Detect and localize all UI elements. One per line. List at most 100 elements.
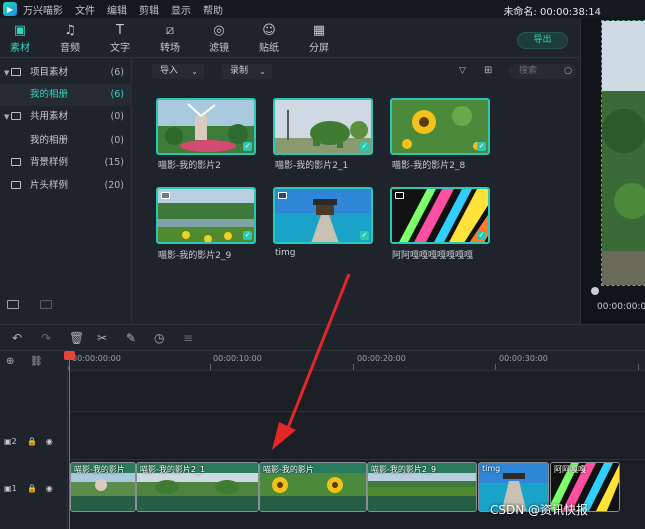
chevron-down-icon: ⌄ (259, 67, 266, 76)
media-item[interactable]: ✓ (156, 187, 256, 244)
media-library-sidebar: ▼ 项目素材 (6) 我的相册 (6) ▼ 共用素材 (0) 我的相册 (0) … (0, 58, 132, 324)
timeline-clip[interactable]: 喵影-我的影片 (70, 462, 136, 512)
sidebar-item-shared-album[interactable]: 我的相册 (0) (0, 130, 132, 152)
eye-icon[interactable]: ◉ (46, 484, 53, 493)
tab-split-screen[interactable]: ▦ 分屏 (299, 22, 339, 54)
cut-icon[interactable]: ✂ (97, 331, 107, 345)
clip-filmstrip (137, 473, 258, 498)
ruler-tick (353, 364, 354, 370)
clip-audio-waveform (260, 496, 366, 511)
sidebar-item-count: (15) (104, 157, 124, 168)
menu-edit[interactable]: 编辑 (107, 2, 127, 17)
import-dropdown[interactable]: 导入 ⌄ (152, 64, 204, 79)
record-dropdown-label: 录制 (230, 66, 249, 76)
ruler-label: 00:00:10:00 (213, 354, 262, 363)
add-track-icon[interactable]: ⊕ (6, 356, 14, 367)
preview-video[interactable] (601, 20, 645, 286)
sidebar-item-count: (0) (110, 135, 124, 146)
search-icon[interactable]: ○ (564, 64, 572, 79)
menu-clip[interactable]: 剪辑 (139, 2, 159, 17)
time-ruler[interactable]: 00:00:00:00 00:00:10:00 00:00:20:00 00:0… (68, 351, 645, 371)
chevron-down-icon[interactable]: ▼ (4, 62, 9, 84)
video-track-icon: ▣ (4, 437, 12, 446)
playhead[interactable] (69, 352, 70, 529)
app-logo-icon: ▶ (3, 2, 17, 16)
sidebar-item-count: (6) (110, 67, 124, 78)
video-icon (278, 192, 287, 199)
tab-split-screen-label: 分屏 (309, 43, 329, 54)
edit-pen-icon[interactable]: ✎ (126, 331, 136, 345)
tab-audio[interactable]: ♫ 音频 (50, 22, 90, 54)
tab-sticker[interactable]: ☺ 贴纸 (249, 22, 289, 54)
preview-image (602, 21, 645, 285)
lock-icon[interactable]: 🔒 (27, 437, 37, 446)
media-item[interactable]: ✓ (390, 187, 490, 244)
check-icon: ✓ (477, 142, 486, 151)
search-input[interactable]: 搜索 ○ (509, 64, 576, 79)
chevron-down-icon[interactable]: ▼ (4, 106, 9, 128)
menu-view[interactable]: 显示 (171, 2, 191, 17)
sidebar-item-background-samples[interactable]: 背景样例 (15) (0, 152, 132, 174)
menu-help[interactable]: 帮助 (203, 2, 223, 17)
media-item-label: 喵影-我的影片2_1 (275, 161, 349, 171)
lock-icon[interactable]: 🔒 (27, 484, 37, 493)
link-icon[interactable]: ⛓ (30, 356, 43, 367)
tab-transition[interactable]: ⧄ 转场 (150, 22, 190, 54)
track-2-header: ▣2 🔒 ◉ (4, 437, 53, 446)
export-button[interactable]: 导出 (517, 32, 568, 49)
tab-media[interactable]: ▣ 素材 (0, 22, 40, 54)
adjust-icon[interactable]: ≡ (183, 331, 193, 345)
clip-filmstrip (368, 473, 476, 498)
undo-icon[interactable]: ↶ (12, 331, 22, 345)
tab-text[interactable]: T 文字 (100, 22, 140, 54)
filter-icon[interactable]: ▽ (459, 66, 466, 76)
tab-filter[interactable]: ◎ 滤镜 (199, 22, 239, 54)
thumbnail-lake-flowers (158, 189, 254, 242)
tab-filter-label: 滤镜 (209, 43, 229, 54)
thumbnail-sunflower (392, 100, 488, 153)
sidebar-item-my-album[interactable]: 我的相册 (6) (0, 84, 132, 106)
sidebar-item-project-media[interactable]: ▼ 项目素材 (6) (0, 62, 132, 84)
eye-icon[interactable]: ◉ (46, 437, 53, 446)
ruler-label: 00:00:30:00 (499, 354, 548, 363)
delete-icon[interactable]: 🗑 (69, 331, 84, 345)
clip-label: 喵影-我的影片2_1 (140, 465, 206, 474)
ruler-tick (638, 364, 639, 370)
media-item[interactable]: ✓ (390, 98, 490, 155)
playhead-handle[interactable] (64, 351, 75, 360)
timeline-clip[interactable]: 喵影-我的影片 (259, 462, 367, 512)
folder-icon: ▣ (13, 23, 27, 38)
delete-folder-icon[interactable] (40, 300, 52, 309)
speed-icon[interactable]: ◷ (154, 331, 164, 345)
new-folder-icon[interactable] (7, 300, 19, 309)
media-item[interactable]: ✓ (273, 187, 373, 244)
clip-audio-waveform (368, 496, 476, 511)
filter-icon: ◎ (213, 23, 225, 38)
sidebar-item-label: 背景样例 (30, 157, 69, 168)
sidebar-item-label: 共用素材 (30, 111, 69, 122)
record-dropdown[interactable]: 录制 ⌄ (222, 64, 272, 79)
menubar: ▶ 万兴喵影 文件 编辑 剪辑 显示 帮助 未命名: 00:00:38:14 (0, 0, 645, 18)
check-icon: ✓ (360, 231, 369, 240)
progress-handle[interactable] (591, 287, 599, 295)
timeline-clip[interactable]: 喵影-我的影片2_1 (136, 462, 259, 512)
grid-view-icon[interactable]: ⊞ (484, 65, 492, 76)
timeline-clip[interactable]: 喵影-我的影片2_9 (367, 462, 477, 512)
app-name: 万兴喵影 (23, 5, 63, 17)
watermark: CSDN @资讯快报 (490, 503, 589, 517)
menu-file[interactable]: 文件 (75, 2, 95, 17)
sidebar-item-intro-samples[interactable]: 片头样例 (20) (0, 175, 132, 197)
folder-icon (11, 68, 21, 76)
clip-label: 喵影-我的影片 (74, 465, 125, 474)
media-item[interactable]: ✓ (156, 98, 256, 155)
redo-icon[interactable]: ↷ (41, 331, 51, 345)
sidebar-item-shared-media[interactable]: ▼ 共用素材 (0) (0, 106, 132, 128)
folder-icon (11, 181, 21, 189)
clip-label: timg (482, 464, 501, 473)
media-item[interactable]: ✓ (273, 98, 373, 155)
media-item-label: 阿阿嘎嘎嘎嘎嘎嘎嘎 (392, 251, 474, 261)
transition-icon: ⧄ (165, 23, 175, 38)
track-headers: ⊕ ⛓ ▣2 🔒 ◉ ▣1 🔒 ◉ (0, 351, 68, 529)
clip-filmstrip (71, 473, 135, 498)
sticker-icon: ☺ (262, 23, 276, 38)
